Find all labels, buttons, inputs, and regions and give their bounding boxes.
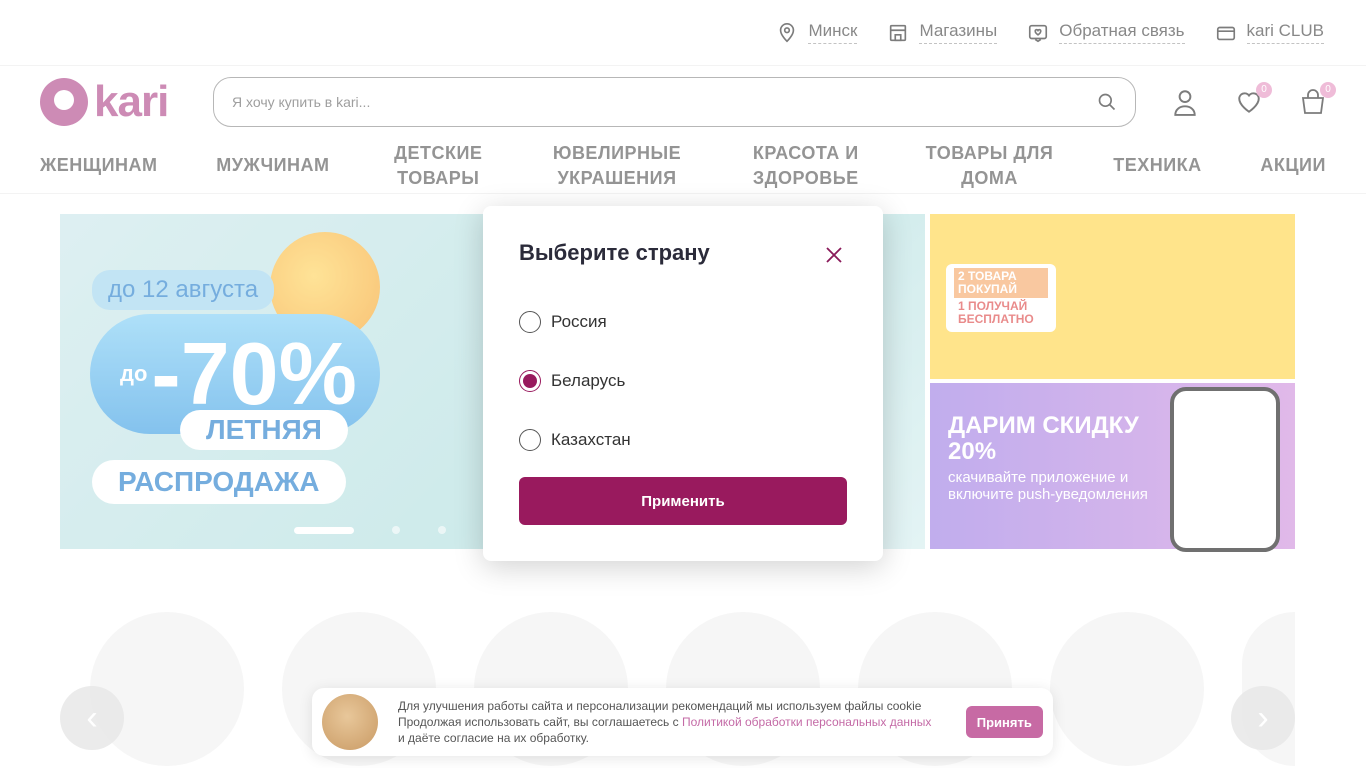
country-option-russia[interactable]: Россия [519,310,847,334]
country-label: Беларусь [551,371,626,390]
dialog-title: Выберите страну [519,240,710,265]
cookie-accept-button[interactable]: Принять [965,706,1043,738]
country-label: Казахстан [551,430,631,449]
radio-kazakhstan[interactable] [519,429,541,451]
cookie-icon [322,694,378,750]
cookie-banner: Для улучшения работы сайта и персонализа… [312,688,1053,756]
close-icon[interactable] [825,246,843,264]
country-option-kazakhstan[interactable]: Казахстан [519,428,847,452]
cookie-text-line3: и даёте согласие на их обработку. [398,731,589,745]
cookie-text: Для улучшения работы сайта и персонализа… [398,698,944,746]
country-select-dialog: Выберите страну Россия Беларусь Казахста… [483,206,883,561]
privacy-policy-link[interactable]: Политикой обработки персональных данных [682,715,931,729]
cookie-text-line2: Продолжая использовать сайт, вы соглашае… [398,715,682,729]
country-option-belarus[interactable]: Беларусь [519,369,847,393]
cookie-text-line1: Для улучшения работы сайта и персонализа… [398,699,922,713]
radio-belarus[interactable] [519,370,541,392]
radio-russia[interactable] [519,311,541,333]
apply-button[interactable]: Применить [519,477,847,525]
country-label: Россия [551,312,607,331]
